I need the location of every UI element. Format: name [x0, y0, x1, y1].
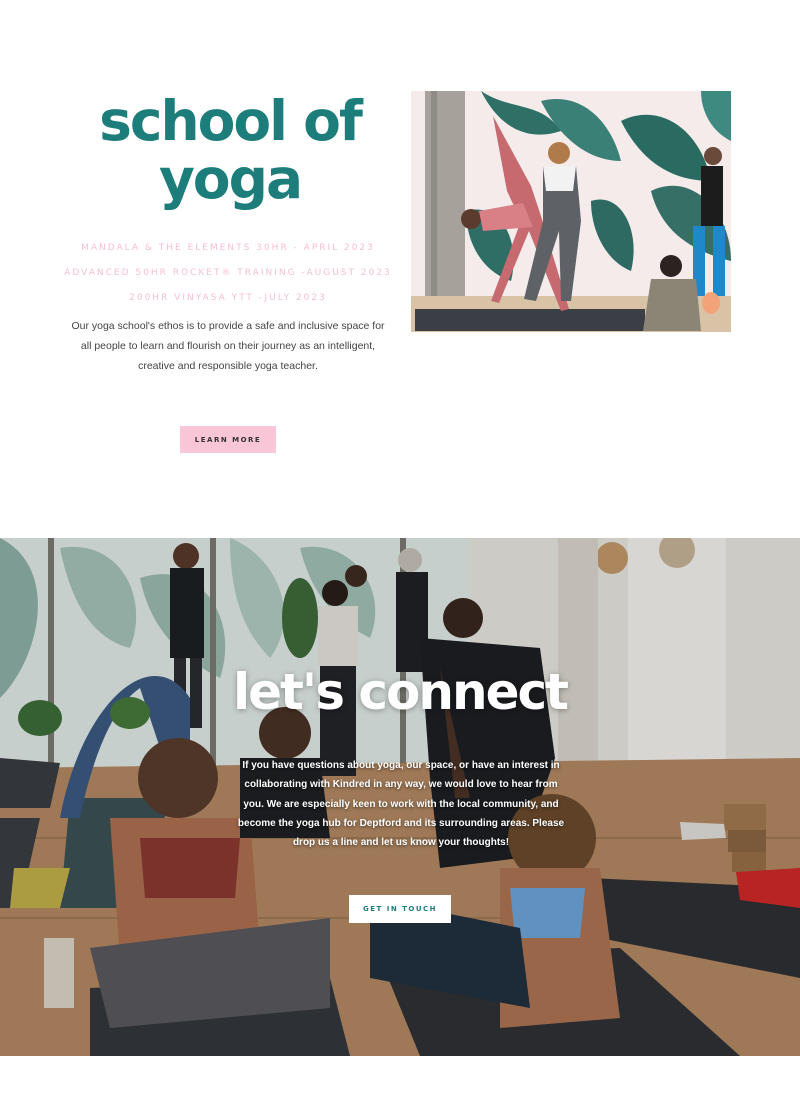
- lets-connect-section: let's connect If you have questions abou…: [0, 538, 800, 1056]
- connect-body-text: If you have questions about yoga, our sp…: [237, 760, 565, 849]
- get-in-touch-button[interactable]: GET IN TOUCH: [349, 895, 451, 923]
- course-list: MANDALA & THE ELEMENTS 30HR - APRIL 2023…: [60, 240, 396, 315]
- school-of-yoga-section: school of yoga MANDALA & THE ELEMENTS 30…: [0, 0, 800, 538]
- course-item[interactable]: ADVANCED 50HR ROCKET® TRAINING -AUGUST 2…: [60, 265, 396, 290]
- course-item[interactable]: 200HR VINYASA YTT -JULY 2023: [60, 290, 396, 315]
- page-bottom-spacer: [0, 1056, 800, 1108]
- course-item[interactable]: MANDALA & THE ELEMENTS 30HR - APRIL 2023: [60, 240, 396, 265]
- school-title: school of yoga: [60, 92, 400, 208]
- learn-more-button[interactable]: LEARN MORE: [180, 426, 276, 453]
- connect-title: let's connect: [232, 663, 569, 721]
- school-title-line2: yoga: [158, 147, 303, 211]
- yoga-class-photo: [411, 91, 731, 332]
- school-ethos-text: Our yoga school's ethos is to provide a …: [71, 320, 385, 372]
- school-title-line1: school of: [99, 89, 363, 153]
